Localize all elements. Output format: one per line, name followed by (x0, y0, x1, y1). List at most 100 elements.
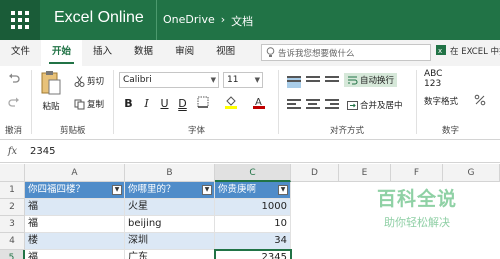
table-header-cell[interactable]: 你贵庚啊 ▼ (215, 182, 291, 199)
watermark-title: 百科全说 (376, 188, 457, 210)
active-cell[interactable]: 2345 (214, 249, 292, 259)
copy-icon (74, 99, 85, 109)
breadcrumb-folder[interactable]: 文档 (231, 13, 253, 29)
paste-label: 粘贴 (42, 102, 60, 112)
filter-dropdown-icon[interactable]: ▼ (202, 185, 212, 195)
watermark: 百科全说 助你轻松解决 (362, 184, 472, 230)
row-header[interactable]: 1 (0, 182, 25, 199)
row-header[interactable]: 3 (0, 216, 25, 233)
fill-color-button[interactable] (223, 95, 238, 110)
underline-button[interactable]: U (157, 96, 172, 111)
column-header-e[interactable]: E (339, 164, 391, 182)
table-cell[interactable]: 10 (215, 216, 291, 233)
excel-icon: x (436, 45, 446, 55)
lightbulb-icon (266, 47, 275, 57)
borders-icon (197, 96, 208, 108)
row-header[interactable]: 5 (0, 250, 25, 259)
table-cell[interactable]: 广东 (125, 250, 215, 259)
font-family-value: Calibri (123, 75, 152, 85)
double-underline-button[interactable]: D (175, 96, 190, 111)
table-cell[interactable]: 福 (25, 216, 125, 233)
percent-style-button[interactable] (474, 94, 486, 106)
row-header[interactable]: 4 (0, 233, 25, 250)
number-format-label: 数字格式 (424, 97, 459, 107)
copy-button[interactable]: 复制 (74, 98, 104, 110)
font-group-label: 字体 (188, 126, 206, 136)
merge-center-label: 合并及居中 (360, 101, 403, 111)
app-launcher-icon[interactable] (0, 0, 40, 40)
tab-review[interactable]: 审阅 (164, 40, 205, 66)
column-header-f[interactable]: F (391, 164, 443, 182)
table-header-cell[interactable]: 你四福四楼？ ▼ (25, 182, 125, 199)
align-middle-button[interactable] (306, 76, 320, 88)
borders-button[interactable] (195, 96, 210, 111)
table-cell[interactable]: 火星 (125, 199, 215, 216)
font-color-icon: A (252, 97, 265, 109)
filter-dropdown-icon[interactable]: ▼ (278, 185, 288, 195)
table-cell[interactable]: beijing (125, 216, 215, 233)
ribbon-divider (278, 70, 279, 134)
tab-view[interactable]: 视图 (205, 40, 246, 66)
undo-group-label: 撤消 (5, 126, 23, 136)
table-cell[interactable]: 福 (25, 199, 125, 216)
title-bar: Excel Online OneDrive › 文档 (0, 0, 500, 40)
chevron-down-icon: ▼ (254, 76, 260, 84)
svg-text:x: x (438, 47, 442, 55)
align-left-button[interactable] (287, 99, 301, 111)
formula-input[interactable]: 2345 (25, 146, 55, 157)
column-header-b[interactable]: B (125, 164, 215, 182)
table-cell[interactable]: 1000 (215, 199, 291, 216)
filter-dropdown-icon[interactable]: ▼ (112, 185, 122, 195)
fill-color-swatch (224, 106, 237, 109)
ribbon-divider (31, 70, 32, 134)
redo-icon (8, 97, 19, 107)
breadcrumb-onedrive[interactable]: OneDrive (163, 13, 215, 29)
table-cell[interactable]: 深圳 (125, 233, 215, 250)
row-header[interactable]: 2 (0, 199, 25, 216)
percent-icon (474, 94, 486, 106)
open-in-excel-button[interactable]: x 在 EXCEL 中打 (436, 45, 500, 57)
align-center-button[interactable] (306, 99, 320, 111)
tell-me-placeholder: 告诉我您想要做什么 (278, 48, 355, 59)
font-color-button[interactable]: A (251, 95, 266, 110)
wrap-text-button[interactable]: 自动换行 (344, 73, 398, 87)
select-all-corner[interactable] (0, 164, 25, 182)
table-header-cell[interactable]: 你哪里的？ ▼ (125, 182, 215, 199)
insert-function-icon[interactable]: fx (0, 146, 25, 157)
italic-button[interactable]: I (139, 96, 154, 111)
tab-insert[interactable]: 插入 (82, 40, 123, 66)
column-header-c[interactable]: C (215, 164, 291, 182)
merge-center-button[interactable]: 合并及居中 (344, 98, 406, 112)
table-header-label: 你哪里的？ (128, 184, 176, 195)
alignment-group-label: 对齐方式 (330, 126, 365, 136)
table-cell[interactable]: 楼 (25, 233, 125, 250)
column-header-g[interactable]: G (443, 164, 500, 182)
font-size-select[interactable]: 11 ▼ (223, 72, 263, 88)
wrap-text-icon (348, 76, 358, 84)
clipboard-group-label: 剪贴板 (60, 126, 86, 136)
tab-home[interactable]: 开始 (41, 40, 83, 66)
column-header-d[interactable]: D (291, 164, 339, 182)
tab-data[interactable]: 数据 (123, 40, 164, 66)
tab-file[interactable]: 文件 (0, 40, 41, 66)
align-right-button[interactable] (325, 99, 339, 111)
number-format-button[interactable]: ABC 123 数字格式 (424, 69, 458, 107)
paste-button[interactable]: 粘贴 (40, 70, 62, 112)
align-bottom-button[interactable] (325, 76, 339, 88)
breadcrumb: OneDrive › 文档 (163, 13, 253, 29)
font-family-select[interactable]: Calibri ▼ (119, 72, 219, 88)
table-cell[interactable]: 34 (215, 233, 291, 250)
tell-me-search[interactable]: 告诉我您想要做什么 (261, 44, 431, 61)
align-top-button[interactable] (287, 76, 301, 88)
app-name[interactable]: Excel Online (54, 9, 144, 27)
table-cell[interactable]: 福 (25, 250, 125, 259)
ribbon-divider (113, 70, 114, 134)
copy-label: 复制 (87, 100, 105, 110)
paint-bucket-icon (224, 96, 237, 109)
bold-button[interactable]: B (121, 96, 136, 111)
column-header-a[interactable]: A (25, 164, 125, 182)
undo-button[interactable] (8, 72, 20, 84)
redo-button[interactable] (8, 96, 20, 108)
cut-button[interactable]: 剪切 (74, 75, 104, 87)
open-in-excel-label: 在 EXCEL 中打 (450, 47, 500, 57)
